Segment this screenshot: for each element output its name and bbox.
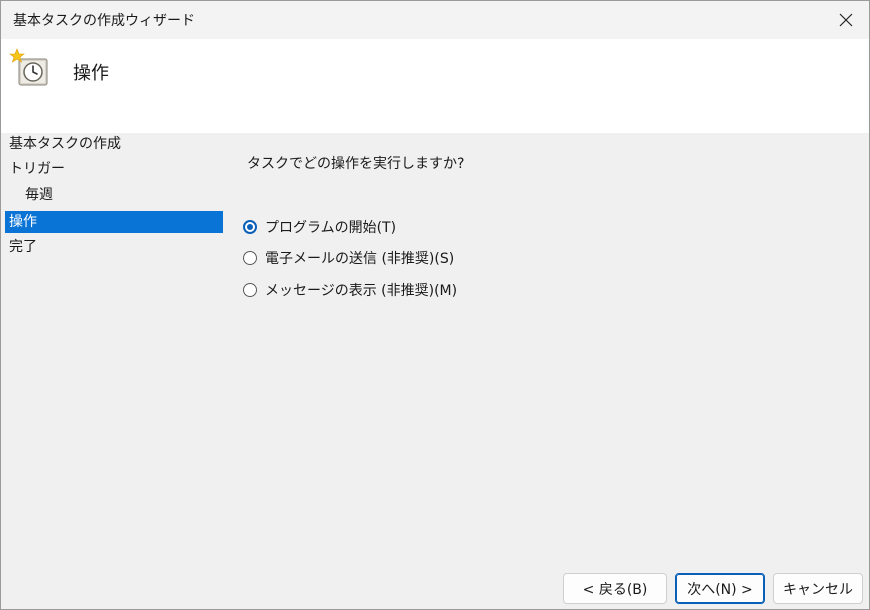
close-icon xyxy=(839,13,853,27)
option-label: プログラムの開始(T) xyxy=(265,220,397,236)
window-title: 基本タスクの作成ウィザード xyxy=(13,13,195,29)
option-start-program[interactable]: プログラムの開始(T) xyxy=(243,216,396,238)
option-label: 電子メールの送信 (非推奨)(S) xyxy=(265,251,455,267)
option-display-message[interactable]: メッセージの表示 (非推奨)(M) xyxy=(243,279,457,301)
wizard-window: 基本タスクの作成ウィザード 操作 基本タスクの作成 トリガー 毎週 操作 完了 … xyxy=(0,0,870,610)
action-question: タスクでどの操作を実行しますか? xyxy=(247,156,465,172)
option-send-email[interactable]: 電子メールの送信 (非推奨)(S) xyxy=(243,247,454,269)
nav-item-action[interactable]: 操作 xyxy=(5,211,223,233)
wizard-content: タスクでどの操作を実行しますか? プログラムの開始(T) 電子メールの送信 (非… xyxy=(225,133,869,573)
radio-start-program[interactable] xyxy=(243,220,257,234)
wizard-header: 操作 xyxy=(1,39,869,133)
radio-display-message[interactable] xyxy=(243,283,257,297)
nav-item-finish[interactable]: 完了 xyxy=(5,236,223,258)
option-label: メッセージの表示 (非推奨)(M) xyxy=(265,283,458,299)
nav-item-weekly[interactable]: 毎週 xyxy=(5,184,223,206)
cancel-button[interactable]: キャンセル xyxy=(773,573,863,604)
task-clock-icon xyxy=(9,48,48,86)
radio-send-email[interactable] xyxy=(243,251,257,265)
back-button[interactable]: < 戻る(B) xyxy=(563,573,667,604)
nav-item-create-basic-task[interactable]: 基本タスクの作成 xyxy=(5,133,223,155)
next-button[interactable]: 次へ(N) > xyxy=(675,573,765,604)
title-bar: 基本タスクの作成ウィザード xyxy=(1,1,869,39)
wizard-steps-nav: 基本タスクの作成 トリガー 毎週 操作 完了 xyxy=(1,133,225,573)
page-heading: 操作 xyxy=(73,63,109,84)
close-button[interactable] xyxy=(823,1,869,39)
nav-item-trigger[interactable]: トリガー xyxy=(5,158,223,180)
